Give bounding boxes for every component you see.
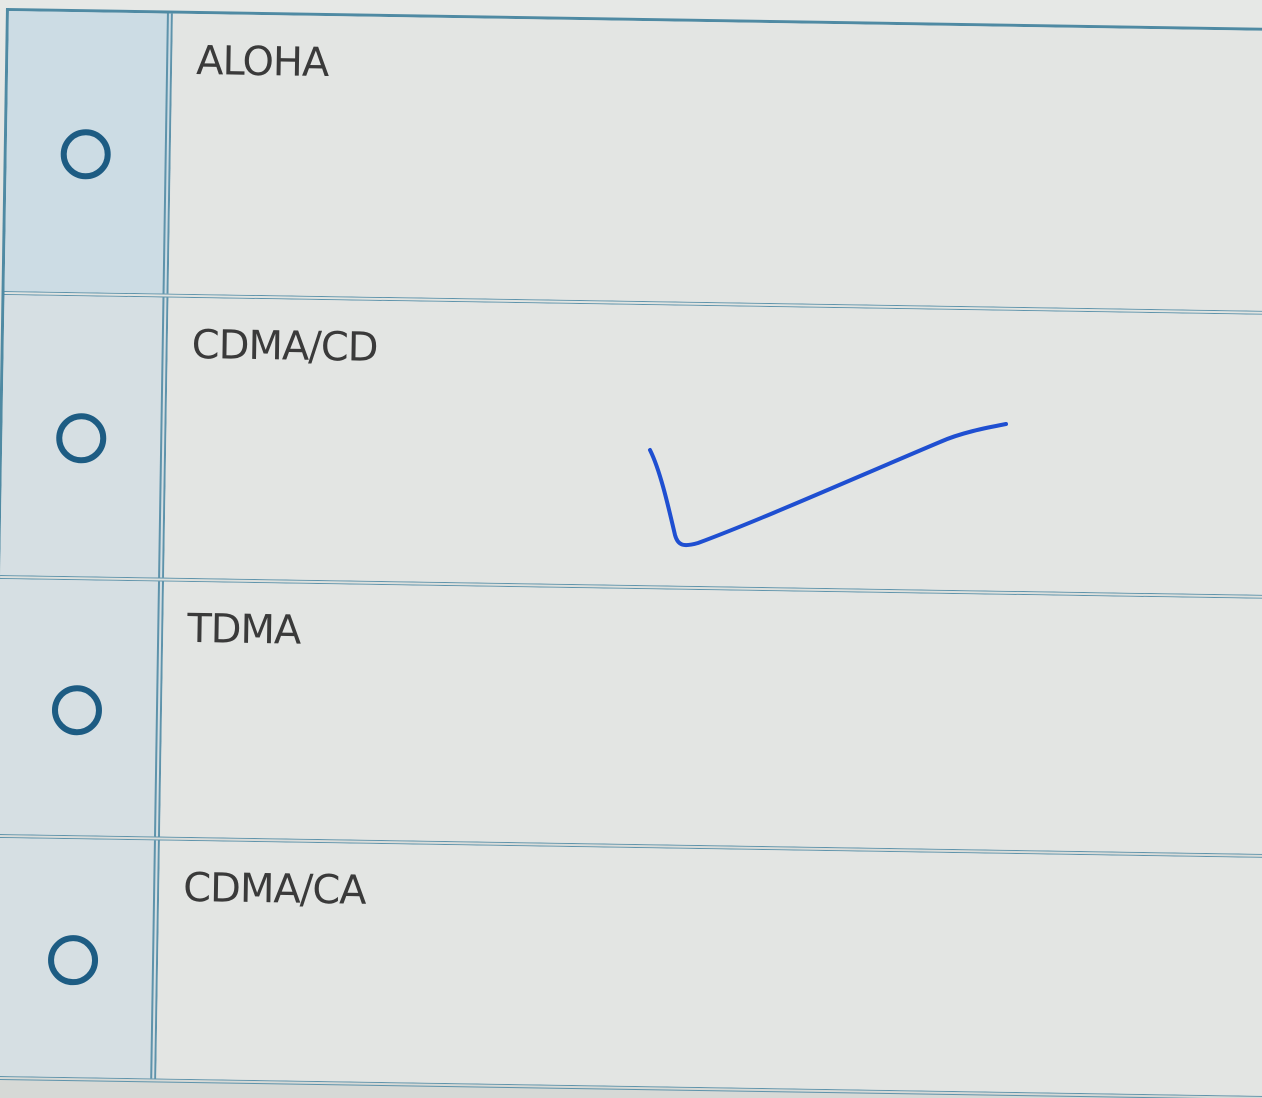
radio-unselected-icon[interactable] [47, 934, 99, 986]
radio-cell[interactable] [0, 578, 165, 837]
radio-cell[interactable] [0, 837, 160, 1079]
option-label: TDMA [186, 605, 301, 654]
option-row-tdma[interactable]: TDMA [0, 578, 1262, 859]
option-label: CDMA/CA [182, 864, 366, 914]
radio-cell[interactable] [4, 11, 173, 294]
option-label-cell[interactable]: TDMA [160, 581, 1262, 855]
option-row-cdma-cd[interactable]: CDMA/CD [0, 295, 1262, 600]
option-label: ALOHA [195, 37, 329, 87]
radio-unselected-icon[interactable] [51, 684, 103, 736]
answer-options-table: ALOHA CDMA/CD TDMA CDMA/CA [0, 8, 1262, 1098]
screenshot-photo: ALOHA CDMA/CD TDMA CDMA/CA [0, 0, 1262, 1098]
option-label-cell[interactable]: ALOHA [168, 13, 1262, 312]
option-label-cell[interactable]: CDMA/CD [164, 297, 1262, 596]
radio-cell[interactable] [0, 295, 169, 578]
option-label-cell[interactable]: CDMA/CA [156, 840, 1262, 1097]
radio-unselected-icon[interactable] [55, 412, 107, 464]
radio-unselected-icon[interactable] [60, 128, 112, 180]
option-label: CDMA/CD [191, 321, 378, 371]
option-row-aloha[interactable]: ALOHA [4, 11, 1262, 316]
option-row-cdma-ca[interactable]: CDMA/CA [0, 837, 1262, 1098]
